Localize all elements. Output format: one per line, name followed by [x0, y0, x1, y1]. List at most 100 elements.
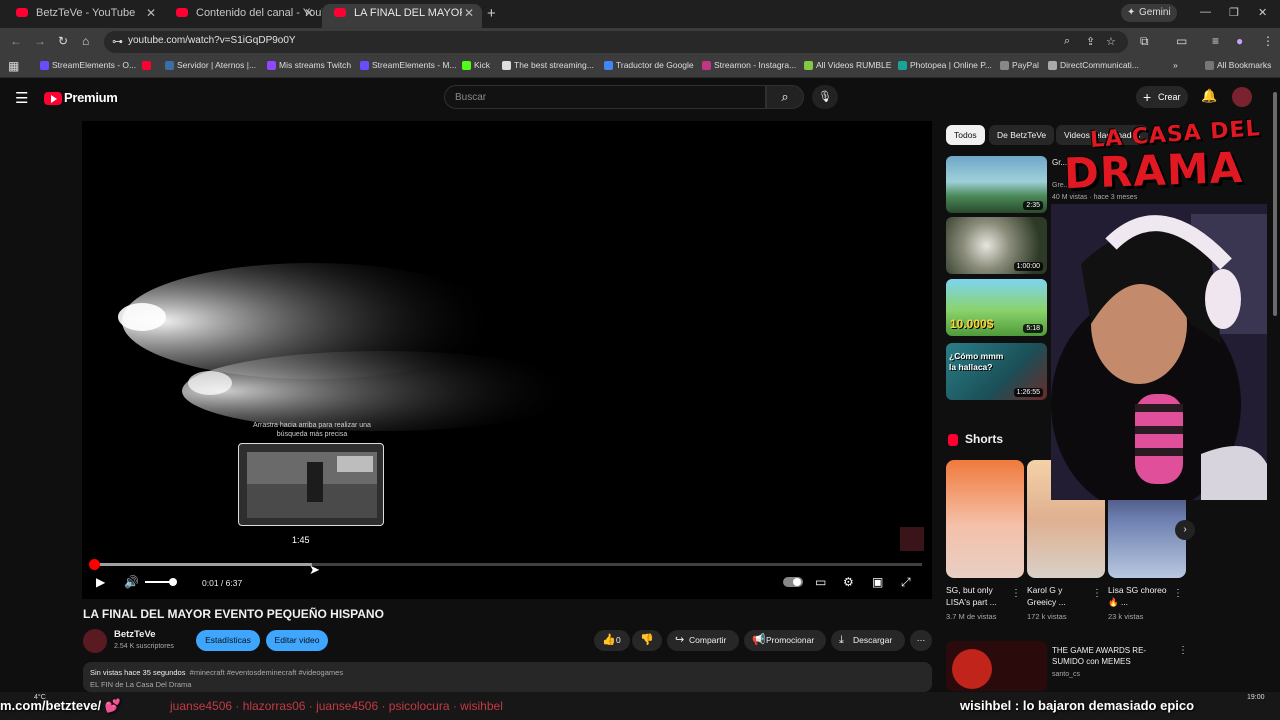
short-title[interactable]: Lisa SG choreo 🔥 ... — [1108, 584, 1170, 608]
bookmark-favicon-icon — [142, 61, 151, 70]
video-player[interactable]: Arrastra hacia arriba para realizar una … — [82, 121, 932, 599]
bookmark-item[interactable]: PayPal — [1000, 60, 1039, 70]
tab-search-icon[interactable]: ▭ — [1176, 34, 1187, 48]
short-more-icon[interactable]: ⋮ — [1173, 588, 1183, 599]
chip-todos[interactable]: Todos — [946, 125, 985, 145]
short-more-icon[interactable]: ⋮ — [1092, 588, 1102, 599]
bookmark-star-icon[interactable]: ☆ — [1106, 35, 1116, 48]
chrome-menu-icon[interactable]: ⋮ — [1262, 34, 1274, 48]
media-control-icon[interactable]: ≡ — [1212, 34, 1219, 48]
sidebar-video-thumbnail[interactable]: 1:00:00 — [946, 217, 1047, 274]
shorts-icon — [948, 434, 958, 446]
sidebar-video-thumbnail[interactable]: ¿Cómo mmm la hallaca? 1:26:55 — [946, 343, 1047, 400]
forward-icon[interactable]: → — [34, 34, 46, 48]
fullscreen-icon[interactable]: ⤢ — [901, 575, 911, 590]
bookmark-item[interactable]: Photopea | Online P... — [898, 60, 992, 70]
channel-avatar[interactable] — [83, 629, 107, 653]
sidebar-video-thumbnail[interactable]: 10.000$ 5:18 — [946, 279, 1047, 336]
promote-button[interactable]: 📢 Promocionar — [744, 630, 826, 651]
short-thumbnail[interactable] — [946, 460, 1024, 578]
short-title[interactable]: Karol G y Greeicy ... — [1027, 584, 1089, 608]
video-title: LA FINAL DEL MAYOR EVENTO PEQUEÑO HISPAN… — [83, 607, 384, 621]
profile-icon[interactable]: ● — [1236, 34, 1243, 48]
minimize-icon[interactable]: — — [1200, 6, 1211, 18]
subtitles-icon[interactable]: ▭ — [815, 575, 826, 589]
autoplay-toggle[interactable] — [783, 577, 803, 587]
bookmark-item[interactable]: All Videos RUMBLE — [804, 60, 891, 70]
volume-icon[interactable]: 🔊 — [124, 575, 139, 589]
sidebar-video-thumbnail[interactable] — [946, 641, 1047, 691]
bookmark-item[interactable]: Servidor | Aternos |... — [165, 60, 256, 70]
logo-text[interactable]: Premium — [64, 90, 118, 105]
tab-active-video[interactable]: LA FINAL DEL MAYOR EVENTO ✕ — [322, 4, 482, 28]
close-tab-icon[interactable]: ✕ — [464, 4, 474, 22]
gemini-button[interactable]: ✦ Gemini — [1121, 4, 1177, 22]
back-icon[interactable]: ← — [10, 34, 22, 48]
dislike-button[interactable]: 👎 — [632, 630, 662, 651]
create-button[interactable]: + Crear — [1136, 86, 1188, 108]
extensions-icon[interactable]: ⧉ — [1140, 34, 1149, 49]
miniplayer-icon[interactable]: ▣ — [872, 575, 883, 589]
notifications-bell-icon[interactable]: 🔔 — [1201, 88, 1217, 104]
bookmark-item[interactable]: DirectCommunicati... — [1048, 60, 1139, 70]
youtube-logo-icon[interactable] — [44, 92, 62, 105]
bookmark-item[interactable]: StreamElements - O... — [40, 60, 136, 70]
site-info-icon[interactable]: ⊶ — [112, 35, 123, 48]
bookmark-item[interactable]: Streamon - Instagra... — [702, 60, 796, 70]
stats-button[interactable]: Estadísticas — [196, 630, 260, 651]
reload-icon[interactable]: ↻ — [58, 34, 68, 48]
volume-knob[interactable] — [169, 578, 177, 586]
channel-name[interactable]: BetzTeVe — [114, 629, 156, 640]
menu-icon[interactable]: ☰ — [15, 89, 28, 107]
tab-contenido[interactable]: Contenido del canal - YouTube ✕ — [164, 4, 322, 28]
bookmark-item[interactable]: StreamElements - M... — [360, 60, 457, 70]
scrubber-handle[interactable] — [89, 559, 101, 570]
apps-grid-icon[interactable]: ▦ — [8, 59, 19, 73]
avatar[interactable] — [1232, 87, 1252, 107]
taskbar-clock: 19:00 — [1247, 694, 1265, 701]
video-more-icon[interactable]: ⋮ — [1178, 645, 1188, 656]
all-bookmarks-folder[interactable]: All Bookmarks — [1205, 60, 1271, 70]
download-button[interactable]: ⤓ Descargar — [831, 630, 905, 651]
sidebar-video-title[interactable]: THE GAME AWARDS RE-SUMIDO con MEMES — [1052, 645, 1170, 667]
bookmark-item[interactable]: Kick — [462, 60, 490, 70]
bookmark-item[interactable]: Traductor de Google — [604, 60, 694, 70]
close-window-icon[interactable]: ✕ — [1258, 6, 1267, 19]
share-page-icon[interactable]: ⇪ — [1086, 35, 1095, 48]
maximize-icon[interactable]: ❐ — [1229, 6, 1239, 19]
preview-window — [337, 456, 373, 472]
search-input[interactable]: Buscar — [444, 85, 766, 109]
bookmark-favicon-icon — [165, 61, 174, 70]
home-icon[interactable]: ⌂ — [82, 34, 89, 48]
edit-video-button[interactable]: Editar video — [266, 630, 328, 651]
shorts-next-arrow-icon[interactable]: › — [1175, 520, 1195, 540]
game-awards-logo — [952, 649, 992, 689]
bookmark-favicon-icon — [804, 61, 813, 70]
address-bar[interactable]: ⊶ youtube.com/watch?v=S1iGqDP9o0Y ⌕ ⇪ ☆ — [104, 31, 1128, 53]
tab-betzteve[interactable]: BetzTeVe - YouTube ✕ — [4, 4, 164, 28]
sidebar-video-thumbnail[interactable]: 2:35 — [946, 156, 1047, 213]
bookmark-item[interactable]: Mis streams Twitch — [267, 60, 351, 70]
share-button[interactable]: ↪ Compartir — [667, 630, 739, 651]
bookmarks-overflow-icon[interactable]: » — [1173, 60, 1178, 70]
bookmark-item[interactable]: The best streaming... — [502, 60, 594, 70]
gemini-icon: ✦ — [1127, 7, 1136, 18]
close-tab-icon[interactable]: ✕ — [146, 4, 156, 22]
bookmark-label: DirectCommunicati... — [1060, 60, 1139, 70]
close-tab-icon[interactable]: ✕ — [304, 4, 314, 22]
short-more-icon[interactable]: ⋮ — [1011, 588, 1021, 599]
page-scrollbar-thumb[interactable] — [1273, 92, 1277, 316]
new-tab-button[interactable]: + — [487, 5, 496, 22]
zoom-icon[interactable]: ⌕ — [1064, 35, 1070, 48]
channel-watermark[interactable] — [900, 527, 924, 551]
voice-search-button[interactable]: 🎙 — [812, 85, 838, 109]
description-box[interactable]: Sin vistas hace 35 segundos #minecraft #… — [83, 662, 932, 692]
chip-de-betzteve[interactable]: De BetzTeVe — [989, 125, 1055, 145]
more-actions-icon[interactable]: ⋯ — [910, 630, 932, 651]
short-title[interactable]: SG, but only LISA's part ... — [946, 584, 1008, 608]
description-tags[interactable]: #minecraft #eventosdeminecraft #videogam… — [190, 668, 343, 677]
settings-gear-icon[interactable]: ⚙ — [843, 575, 854, 589]
play-icon[interactable]: ▶ — [96, 575, 105, 589]
search-button[interactable]: ⌕ — [766, 85, 804, 109]
like-button[interactable]: 👍 0 — [594, 630, 630, 651]
